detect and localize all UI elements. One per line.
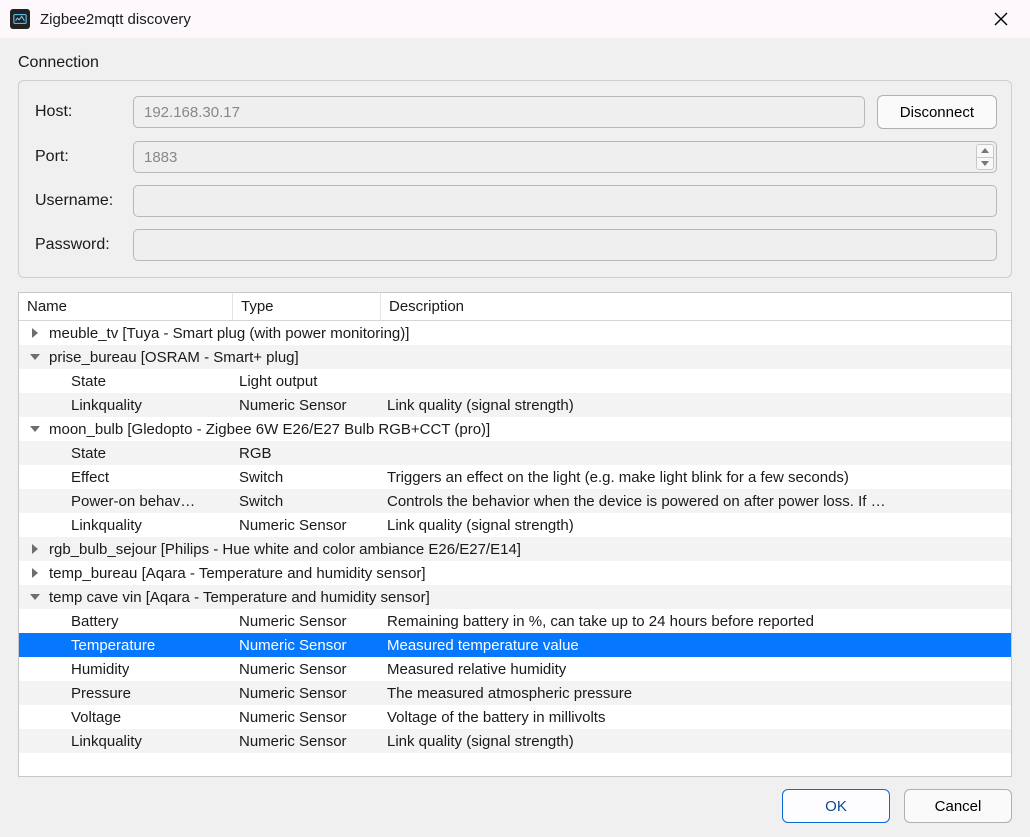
port-input[interactable]	[133, 141, 997, 173]
tree-item-type: Numeric Sensor	[233, 733, 381, 750]
password-label: Password:	[33, 236, 133, 254]
tree-header: Name Type Description	[19, 293, 1011, 321]
tree-group[interactable]: temp cave vin [Aqara - Temperature and h…	[19, 585, 1011, 609]
tree-group[interactable]: moon_bulb [Gledopto - Zigbee 6W E26/E27 …	[19, 417, 1011, 441]
device-tree: Name Type Description meuble_tv [Tuya - …	[18, 292, 1012, 777]
tree-item[interactable]: Linkquality Numeric SensorLink quality (s…	[19, 729, 1011, 753]
tree-item-name: Battery	[71, 613, 119, 630]
tree-item-name: State	[71, 373, 106, 390]
tree-item-description: Link quality (signal strength)	[381, 517, 1011, 534]
column-header-name[interactable]: Name	[19, 293, 233, 320]
ok-button[interactable]: OK	[782, 789, 890, 823]
tree-item-type: Switch	[233, 493, 381, 510]
dialog-window: Zigbee2mqtt discovery Connection Host: D…	[0, 0, 1030, 837]
tree-item-type: RGB	[233, 445, 381, 462]
port-spin-down[interactable]	[977, 158, 993, 170]
tree-item[interactable]: Effect SwitchTriggers an effect on the li…	[19, 465, 1011, 489]
tree-group[interactable]: temp_bureau [Aqara - Temperature and hum…	[19, 561, 1011, 585]
tree-item-name: Linkquality	[71, 517, 142, 534]
tree-item-description: Link quality (signal strength)	[381, 733, 1011, 750]
tree-item-type: Numeric Sensor	[233, 397, 381, 414]
tree-item-description: Controls the behavior when the device is…	[381, 493, 1011, 510]
dialog-footer: OK Cancel	[18, 777, 1012, 823]
password-input[interactable]	[133, 229, 997, 261]
tree-item-type: Numeric Sensor	[233, 637, 381, 654]
tree-group-label: temp cave vin [Aqara - Temperature and h…	[49, 589, 430, 606]
tree-item-type: Numeric Sensor	[233, 517, 381, 534]
tree-item[interactable]: Power-on behav… SwitchControls the behavi…	[19, 489, 1011, 513]
port-spin-up[interactable]	[977, 145, 993, 158]
chevron-down-icon[interactable]	[27, 589, 43, 605]
window-title: Zigbee2mqtt discovery	[40, 11, 191, 28]
tree-item-name: State	[71, 445, 106, 462]
cancel-button[interactable]: Cancel	[904, 789, 1012, 823]
tree-item[interactable]: Linkquality Numeric SensorLink quality (s…	[19, 513, 1011, 537]
username-label: Username:	[33, 192, 133, 210]
tree-item-type: Numeric Sensor	[233, 661, 381, 678]
tree-item-description: Measured relative humidity	[381, 661, 1011, 678]
disconnect-button[interactable]: Disconnect	[877, 95, 997, 129]
client-area: Connection Host: Disconnect Port: Userna…	[0, 38, 1030, 837]
tree-item-name: Linkquality	[71, 397, 142, 414]
tree-group-label: moon_bulb [Gledopto - Zigbee 6W E26/E27 …	[49, 421, 490, 438]
tree-item[interactable]: State RGB	[19, 441, 1011, 465]
host-input[interactable]	[133, 96, 865, 128]
column-header-type[interactable]: Type	[233, 293, 381, 320]
tree-item-description: Remaining battery in %, can take up to 2…	[381, 613, 1011, 630]
tree-item[interactable]: State Light output	[19, 369, 1011, 393]
tree-item-name: Temperature	[71, 637, 155, 654]
username-input[interactable]	[133, 185, 997, 217]
chevron-down-icon[interactable]	[27, 421, 43, 437]
tree-item-description: Link quality (signal strength)	[381, 397, 1011, 414]
tree-item[interactable]: Pressure Numeric SensorThe measured atmos…	[19, 681, 1011, 705]
connection-group: Host: Disconnect Port: Username:	[18, 80, 1012, 278]
tree-group[interactable]: rgb_bulb_sejour [Philips - Hue white and…	[19, 537, 1011, 561]
tree-body[interactable]: meuble_tv [Tuya - Smart plug (with power…	[19, 321, 1011, 776]
port-spin-buttons[interactable]	[976, 144, 994, 170]
tree-item-name: Humidity	[71, 661, 129, 678]
tree-group-label: rgb_bulb_sejour [Philips - Hue white and…	[49, 541, 521, 558]
close-button[interactable]	[978, 3, 1024, 35]
connection-section-label: Connection	[18, 54, 1012, 72]
tree-group-label: temp_bureau [Aqara - Temperature and hum…	[49, 565, 426, 582]
tree-item[interactable]: Voltage Numeric SensorVoltage of the batt…	[19, 705, 1011, 729]
chevron-down-icon[interactable]	[27, 349, 43, 365]
tree-item-name: Voltage	[71, 709, 121, 726]
tree-item[interactable]: Temperature Numeric SensorMeasured temper…	[19, 633, 1011, 657]
tree-item-description: Triggers an effect on the light (e.g. ma…	[381, 469, 1011, 486]
titlebar: Zigbee2mqtt discovery	[0, 0, 1030, 38]
tree-item-name: Linkquality	[71, 733, 142, 750]
tree-item-type: Switch	[233, 469, 381, 486]
tree-item-description: Voltage of the battery in millivolts	[381, 709, 1011, 726]
tree-item-name: Pressure	[71, 685, 131, 702]
port-label: Port:	[33, 148, 133, 166]
tree-item-type: Numeric Sensor	[233, 613, 381, 630]
chevron-right-icon[interactable]	[27, 541, 43, 557]
chevron-right-icon[interactable]	[27, 325, 43, 341]
tree-group[interactable]: prise_bureau [OSRAM - Smart+ plug]	[19, 345, 1011, 369]
chevron-right-icon[interactable]	[27, 565, 43, 581]
tree-item-type: Light output	[233, 373, 381, 390]
tree-item-description: Measured temperature value	[381, 637, 1011, 654]
tree-group-label: prise_bureau [OSRAM - Smart+ plug]	[49, 349, 299, 366]
tree-item-name: Effect	[71, 469, 109, 486]
close-icon	[994, 12, 1008, 26]
tree-item[interactable]: Linkquality Numeric SensorLink quality (s…	[19, 393, 1011, 417]
host-label: Host:	[33, 103, 133, 121]
tree-item-description: The measured atmospheric pressure	[381, 685, 1011, 702]
tree-item-type: Numeric Sensor	[233, 709, 381, 726]
tree-group[interactable]: meuble_tv [Tuya - Smart plug (with power…	[19, 321, 1011, 345]
app-icon	[10, 9, 30, 29]
column-header-description[interactable]: Description	[381, 293, 1011, 320]
tree-group-label: meuble_tv [Tuya - Smart plug (with power…	[49, 325, 409, 342]
tree-item-name: Power-on behav…	[71, 493, 195, 510]
tree-item[interactable]: Battery Numeric SensorRemaining battery i…	[19, 609, 1011, 633]
tree-item-type: Numeric Sensor	[233, 685, 381, 702]
tree-item[interactable]: Humidity Numeric SensorMeasured relative …	[19, 657, 1011, 681]
